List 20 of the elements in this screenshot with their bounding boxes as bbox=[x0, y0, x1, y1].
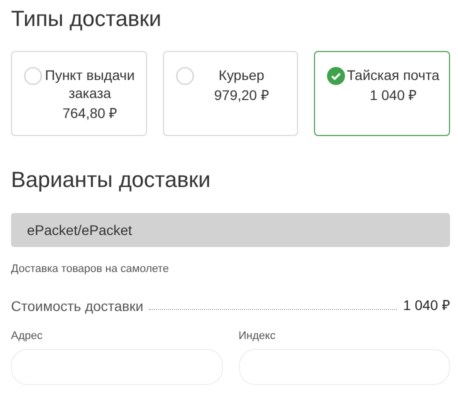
cost-label: Стоимость доставки bbox=[11, 298, 144, 314]
variant-option[interactable]: ePacket/ePacket bbox=[11, 213, 450, 247]
field-label: Адрес bbox=[11, 330, 42, 342]
delivery-option-card[interactable]: Тайская почта 1 040 ₽ bbox=[314, 51, 450, 136]
field-label: Индекс bbox=[238, 330, 276, 342]
option-price: 979,20 ₽ bbox=[214, 86, 269, 104]
variant-description: Доставка товаров на самолете bbox=[11, 263, 169, 275]
delivery-option-card[interactable]: Курьер 979,20 ₽ bbox=[162, 51, 298, 136]
option-name: Тайская почта bbox=[346, 66, 440, 84]
option-price: 1 040 ₽ bbox=[370, 86, 417, 104]
check-circle-icon bbox=[327, 67, 346, 85]
section-title: Типы доставки bbox=[11, 5, 162, 33]
option-price: 764,80 ₽ bbox=[62, 104, 118, 122]
section-title: Варианты доставки bbox=[11, 166, 211, 194]
radio-circle-icon bbox=[24, 67, 42, 85]
option-name: Курьер bbox=[218, 66, 264, 84]
cost-value: 1 040 ₽ bbox=[403, 296, 450, 314]
delivery-option-card[interactable]: Пункт выдачи заказа 764,80 ₽ bbox=[11, 51, 147, 136]
radio-circle-icon bbox=[176, 67, 194, 85]
option-name: Пункт выдачи заказа bbox=[44, 66, 136, 102]
